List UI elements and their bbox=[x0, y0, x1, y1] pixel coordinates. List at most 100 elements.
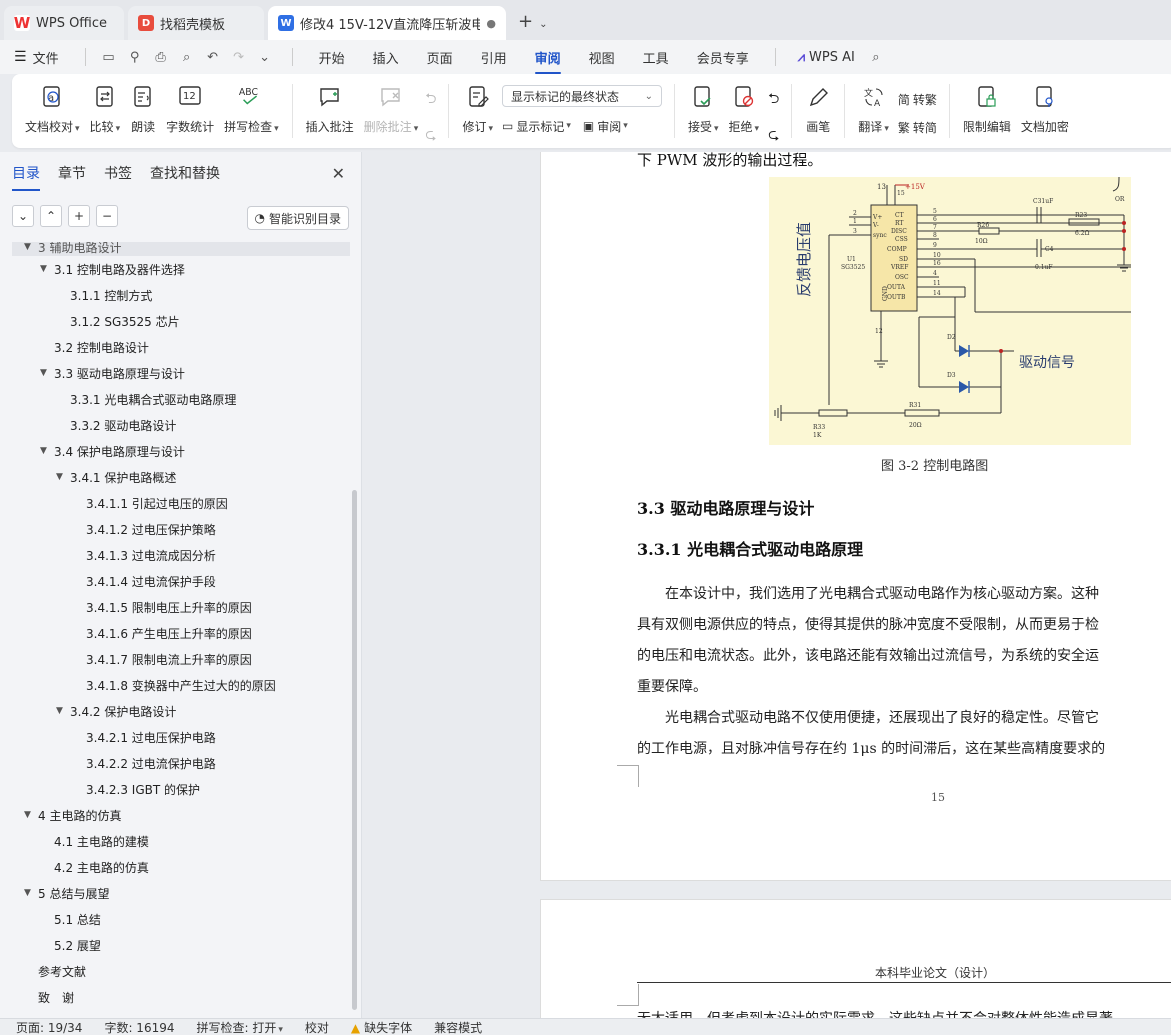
tab-template[interactable]: D 找稻壳模板 bbox=[128, 6, 264, 40]
nav-tab-find-replace[interactable]: 查找和替换 bbox=[150, 163, 220, 183]
toc-item[interactable]: 4.1 主电路的建模 bbox=[12, 828, 350, 854]
chevron-down-icon[interactable]: ⌄ bbox=[254, 50, 276, 65]
tab-member[interactable]: 会员专享 bbox=[697, 48, 749, 67]
save-icon[interactable]: ▭ bbox=[98, 50, 120, 65]
tab-page[interactable]: 页面 bbox=[427, 48, 453, 67]
to-simplified-button[interactable]: 繁 转简 bbox=[898, 116, 937, 138]
toc-item[interactable]: 3.4.1.7 限制电流上升率的原因 bbox=[12, 646, 350, 672]
tab-document[interactable]: W 修改4 15V-12V直流降压斩波电 ● bbox=[268, 6, 506, 40]
page-indicator[interactable]: 页面: 19/34 bbox=[16, 1019, 82, 1035]
smart-toc-button[interactable]: ◔ 智能识别目录 bbox=[246, 206, 349, 230]
expand-triangle-icon[interactable]: ▼ bbox=[40, 264, 54, 274]
expand-triangle-icon[interactable]: ▼ bbox=[56, 706, 70, 716]
read-aloud-button[interactable]: 朗读 bbox=[130, 80, 156, 148]
toc-item[interactable]: 3.4.2.1 过电压保护电路 bbox=[12, 724, 350, 750]
toc-item[interactable]: 3.4.1.8 变换器中产生过大的的原因 bbox=[12, 672, 350, 698]
expand-triangle-icon[interactable]: ▼ bbox=[24, 810, 38, 820]
pen-button[interactable]: 画笔 bbox=[805, 80, 831, 148]
toc-item[interactable]: 3.4.1.3 过电流成因分析 bbox=[12, 542, 350, 568]
print-icon[interactable]: ⎙ bbox=[150, 50, 172, 65]
spell-check-indicator[interactable]: 拼写检查: 打开 ▾ bbox=[197, 1019, 283, 1035]
restrict-edit-button[interactable]: 限制编辑 bbox=[963, 80, 1011, 148]
toc-item[interactable]: 3.2 控制电路设计 bbox=[12, 334, 350, 360]
wps-ai-button[interactable]: ⩘ WPS AI bbox=[798, 50, 855, 65]
menu-icon[interactable]: ☰ bbox=[14, 49, 27, 65]
toc-item[interactable]: ▼ 5 总结与展望 bbox=[12, 880, 350, 906]
accept-button[interactable]: 接受 ▾ bbox=[688, 80, 719, 148]
toc-item[interactable]: 3.1.2 SG3525 芯片 bbox=[12, 308, 350, 334]
tab-references[interactable]: 引用 bbox=[481, 48, 507, 67]
nav-tab-bookmarks[interactable]: 书签 bbox=[104, 163, 132, 183]
show-markup-button[interactable]: ▭ 显示标记 ▾ bbox=[502, 115, 571, 137]
tab-close-icon[interactable]: ● bbox=[486, 17, 496, 30]
toc-item[interactable]: ▼ 4 主电路的仿真 bbox=[12, 802, 350, 828]
tab-review[interactable]: 审阅 bbox=[534, 48, 561, 74]
tab-wps-office[interactable]: W WPS Office bbox=[4, 6, 124, 40]
toc-item[interactable]: 3.1.1 控制方式 bbox=[12, 282, 350, 308]
toc-item[interactable]: 3.3.1 光电耦合式驱动电路原理 bbox=[12, 386, 350, 412]
chevron-down-icon[interactable]: ⌄ bbox=[539, 19, 547, 30]
toc-item[interactable]: 4.2 主电路的仿真 bbox=[12, 854, 350, 880]
next-change-icon[interactable]: ⮎ bbox=[768, 124, 779, 148]
toc-item[interactable]: 5.2 展望 bbox=[12, 932, 350, 958]
toc-item[interactable]: 3.4.1.6 产生电压上升率的原因 bbox=[12, 620, 350, 646]
expand-triangle-icon[interactable]: ▼ bbox=[24, 242, 38, 252]
toc-item[interactable]: 3.4.1.5 限制电压上升率的原因 bbox=[12, 594, 350, 620]
word-count-indicator[interactable]: 字数: 16194 bbox=[104, 1019, 174, 1035]
toc-item[interactable]: 3.4.1.1 引起过电压的原因 bbox=[12, 490, 350, 516]
search-icon[interactable]: ⌕ bbox=[865, 50, 887, 65]
track-changes-button[interactable]: 修订 ▾ bbox=[462, 80, 493, 148]
remove-heading-icon[interactable]: − bbox=[96, 205, 118, 227]
delete-comment-button[interactable]: 删除批注 ▾ bbox=[364, 80, 418, 148]
toc-item[interactable]: ▼ 3.1 控制电路及器件选择 bbox=[12, 256, 350, 282]
redo-icon[interactable]: ↷ bbox=[228, 50, 250, 65]
previous-change-icon[interactable]: ⮌ bbox=[768, 88, 779, 112]
toc-item[interactable]: ▼ 3 辅助电路设计 bbox=[12, 242, 350, 256]
close-icon[interactable]: ✕ bbox=[332, 164, 345, 183]
tab-home[interactable]: 开始 bbox=[319, 48, 345, 67]
expand-triangle-icon[interactable]: ▼ bbox=[40, 446, 54, 456]
nav-tab-sections[interactable]: 章节 bbox=[58, 163, 86, 183]
toc-scrollbar[interactable] bbox=[352, 490, 357, 1010]
toc-item[interactable]: 5.1 总结 bbox=[12, 906, 350, 932]
print-preview-icon[interactable]: ⌕ bbox=[176, 50, 198, 65]
reject-button[interactable]: 拒绝 ▾ bbox=[729, 80, 759, 148]
collapse-all-icon[interactable]: ⌃ bbox=[40, 205, 62, 227]
new-tab-button[interactable]: + ⌄ bbox=[518, 11, 547, 32]
previous-comment-icon[interactable]: ⮌ bbox=[425, 88, 436, 112]
expand-triangle-icon[interactable]: ▼ bbox=[40, 368, 54, 378]
toc-item[interactable]: 3.4.1.2 过电压保护策略 bbox=[12, 516, 350, 542]
file-menu[interactable]: 文件 bbox=[33, 48, 59, 67]
toc-item[interactable]: 致 谢 bbox=[12, 984, 350, 1010]
share-icon[interactable]: ⚲ bbox=[124, 50, 146, 65]
tab-tools[interactable]: 工具 bbox=[643, 48, 669, 67]
expand-all-icon[interactable]: ⌄ bbox=[12, 205, 34, 227]
word-count-button[interactable]: 12 字数统计 bbox=[166, 80, 214, 148]
toc-item[interactable]: 3.4.1.4 过电流保护手段 bbox=[12, 568, 350, 594]
missing-font-indicator[interactable]: ▲ 缺失字体 bbox=[351, 1019, 412, 1035]
review-pane-button[interactable]: ▣ 审阅 ▾ bbox=[583, 115, 628, 137]
toc-item[interactable]: ▼ 3.4 保护电路原理与设计 bbox=[12, 438, 350, 464]
nav-tab-toc[interactable]: 目录 bbox=[12, 163, 40, 191]
toc-item[interactable]: 3.3.2 驱动电路设计 bbox=[12, 412, 350, 438]
spell-check-button[interactable]: ABC 拼写检查 ▾ bbox=[224, 80, 279, 148]
toc-item[interactable]: ▼ 3.3 驱动电路原理与设计 bbox=[12, 360, 350, 386]
next-comment-icon[interactable]: ⮎ bbox=[425, 124, 436, 148]
tab-view[interactable]: 视图 bbox=[589, 48, 615, 67]
translate-button[interactable]: 文A 翻译 ▾ bbox=[858, 80, 889, 148]
toc-item[interactable]: ▼ 3.4.1 保护电路概述 bbox=[12, 464, 350, 490]
doc-check-button[interactable]: a 文档校对 ▾ bbox=[25, 80, 80, 148]
encrypt-button[interactable]: 文档加密 bbox=[1021, 80, 1069, 148]
toc-item[interactable]: 3.4.2.3 IGBT 的保护 bbox=[12, 776, 350, 802]
to-traditional-button[interactable]: 简 转繁 bbox=[898, 88, 937, 110]
tab-insert[interactable]: 插入 bbox=[373, 48, 399, 67]
undo-icon[interactable]: ↶ bbox=[202, 50, 224, 65]
toc-item[interactable]: ▼ 3.4.2 保护电路设计 bbox=[12, 698, 350, 724]
toc-item[interactable]: 参考文献 bbox=[12, 958, 350, 984]
expand-triangle-icon[interactable]: ▼ bbox=[56, 472, 70, 482]
toc-item[interactable]: 3.4.2.2 过电流保护电路 bbox=[12, 750, 350, 776]
expand-triangle-icon[interactable]: ▼ bbox=[24, 888, 38, 898]
markup-state-select[interactable]: 显示标记的最终状态 ⌄ bbox=[501, 85, 662, 107]
proofread-indicator[interactable]: 校对 bbox=[305, 1019, 329, 1035]
insert-comment-button[interactable]: 插入批注 bbox=[306, 80, 354, 148]
